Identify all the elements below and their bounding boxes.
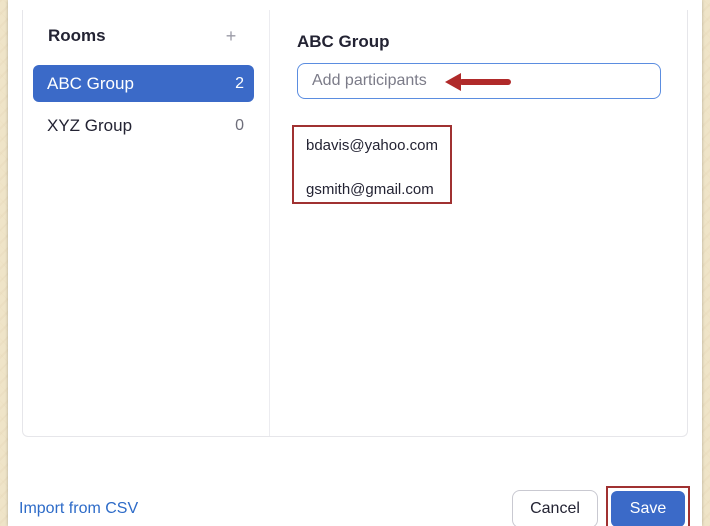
- room-label: XYZ Group: [47, 115, 133, 135]
- room-count: 2: [235, 74, 244, 92]
- selected-room-title: ABC Group: [297, 32, 390, 51]
- participants-list: bdavis@yahoo.com gsmith@gmail.com: [292, 125, 452, 204]
- cancel-button[interactable]: Cancel: [512, 490, 598, 526]
- save-highlight: Save: [606, 486, 690, 526]
- import-from-csv-link[interactable]: Import from CSV: [19, 500, 138, 518]
- room-item-xyz-group[interactable]: XYZ Group 0: [33, 107, 254, 144]
- participant-email: bdavis@yahoo.com: [306, 137, 438, 154]
- arrow-left-icon: [445, 73, 511, 91]
- rooms-panel: Rooms + ABC Group 2 XYZ Group 0 ABC Grou…: [22, 10, 688, 437]
- room-label: ABC Group: [47, 73, 134, 93]
- rooms-heading: Rooms: [48, 26, 106, 45]
- room-item-abc-group[interactable]: ABC Group 2: [33, 65, 254, 102]
- rooms-sidebar: Rooms + ABC Group 2 XYZ Group 0: [23, 10, 270, 436]
- plus-icon[interactable]: +: [223, 27, 239, 45]
- breakout-rooms-dialog: Rooms + ABC Group 2 XYZ Group 0 ABC Grou…: [8, 0, 702, 526]
- save-button[interactable]: Save: [611, 491, 685, 526]
- participant-email: gsmith@gmail.com: [306, 181, 434, 198]
- room-count: 0: [235, 116, 244, 134]
